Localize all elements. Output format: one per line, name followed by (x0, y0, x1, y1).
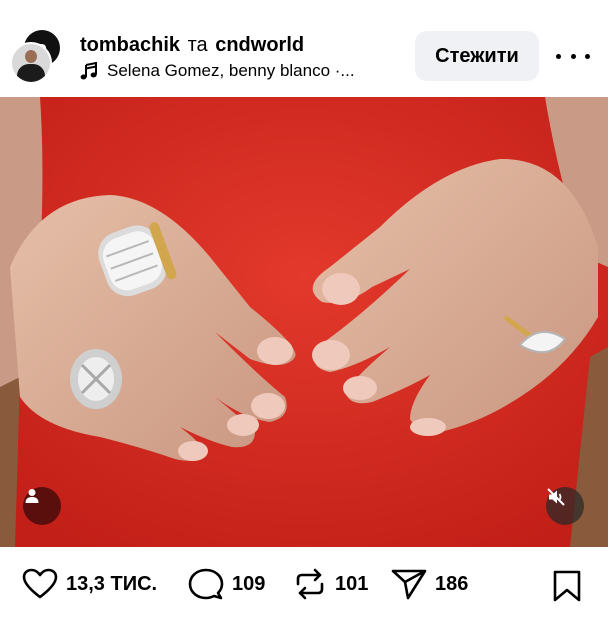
bookmark-icon[interactable] (551, 569, 583, 603)
audio-track-text: Selena Gomez, benny blanco ·... (107, 61, 355, 80)
repost-count[interactable]: 101 (335, 573, 368, 596)
speaker-muted-icon[interactable] (546, 487, 584, 525)
share-action[interactable]: 186 (391, 567, 468, 601)
repost-icon[interactable] (293, 567, 327, 601)
heart-icon[interactable] (22, 568, 58, 600)
author-username[interactable]: tombachik (80, 34, 180, 56)
post-media[interactable] (0, 97, 608, 547)
audio-attribution[interactable]: Selena Gomez, benny blanco ·... (80, 60, 355, 82)
post-actions: 13,3 ТИС. 109 101 186 (0, 547, 608, 618)
comment-count[interactable]: 109 (232, 573, 265, 596)
coauthor-username[interactable]: cndworld (215, 34, 304, 56)
like-action[interactable]: 13,3 ТИС. (22, 567, 157, 601)
post-authors: tombachik та cndworld (80, 33, 304, 57)
repost-action[interactable]: 101 (293, 567, 368, 601)
post-photo (0, 97, 608, 547)
more-dot (556, 53, 561, 59)
like-count[interactable]: 13,3 ТИС. (66, 573, 157, 596)
save-action[interactable] (551, 569, 583, 608)
comment-bubble-icon[interactable] (188, 567, 224, 601)
author-avatar[interactable] (10, 42, 52, 84)
more-dot (585, 53, 590, 59)
follow-button[interactable]: Стежити (415, 31, 539, 81)
authors-conjunction: та (187, 34, 208, 56)
post-header: D tombachik та cndworld Selena Gomez, be… (0, 0, 608, 97)
avatar-head (25, 50, 37, 63)
user-tag-icon[interactable] (23, 487, 61, 525)
more-options-icon[interactable] (556, 48, 590, 64)
comment-action[interactable]: 109 (188, 567, 265, 601)
avatar[interactable]: D (10, 30, 60, 84)
avatar-torso (17, 64, 45, 82)
music-note-icon (80, 62, 97, 80)
more-dot (570, 53, 576, 59)
share-count[interactable]: 186 (435, 573, 468, 596)
send-icon[interactable] (391, 567, 427, 601)
